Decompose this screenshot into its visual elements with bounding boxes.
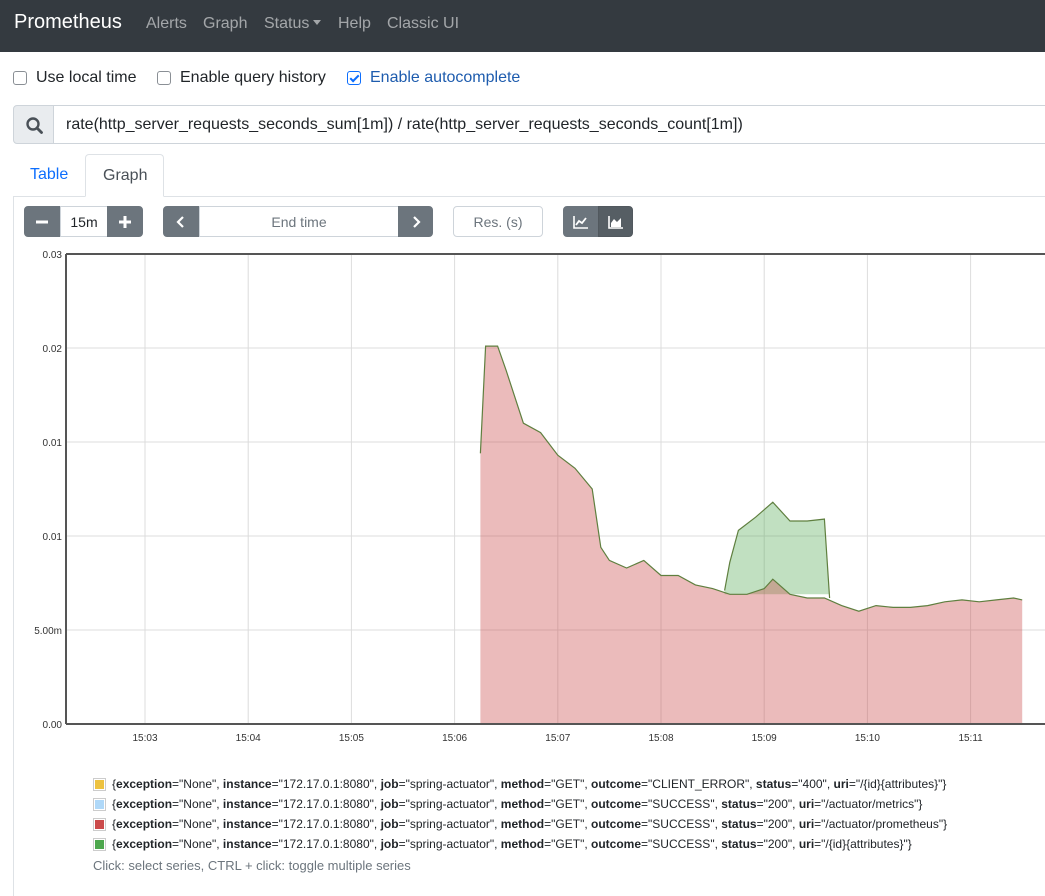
x-tick-label: 15:03 — [132, 733, 157, 744]
x-axis-ticks: 15:03 15:04 15:05 15:06 15:07 15:08 15:09 15:10… — [132, 733, 983, 744]
legend-label-key: instance — [222, 797, 272, 811]
legend-label-key: method — [500, 817, 545, 831]
legend-swatch — [93, 837, 106, 851]
legend-item[interactable]: {exception="None", instance="172.17.0.1:… — [93, 774, 1043, 794]
legend-label-key: status — [721, 837, 757, 851]
legend-swatch-color — [95, 819, 104, 829]
y-tick-label: 0.01 — [43, 438, 63, 449]
y-tick-label: 0.00 — [43, 720, 63, 731]
y-tick-label: 5.00m — [34, 626, 62, 637]
legend-label-key: exception — [116, 777, 173, 791]
y-axis-ticks: 0.00 5.00m 0.01 0.01 0.02 0.03 — [34, 250, 62, 731]
legend-label: {exception="None", instance="172.17.0.1:… — [112, 817, 948, 831]
legend-swatch-color — [95, 779, 104, 789]
graph-chart: 0.005.00m0.010.010.020.03 15:03 15:04 15:0… — [34, 250, 1045, 744]
legend-label-key: exception — [116, 817, 173, 831]
x-tick-label: 15:07 — [545, 733, 570, 744]
x-tick-label: 15:05 — [339, 733, 364, 744]
legend-label-key: outcome — [591, 777, 642, 791]
x-tick-label: 15:08 — [648, 733, 673, 744]
legend-label-key: uri — [833, 777, 849, 791]
x-tick-label: 15:10 — [855, 733, 880, 744]
chart-legend: {exception="None", instance="172.17.0.1:… — [93, 774, 1043, 854]
legend-label-key: status — [755, 777, 792, 791]
y-tick-label: 0.03 — [43, 250, 63, 261]
legend-item[interactable]: {exception="None", instance="172.17.0.1:… — [93, 814, 1043, 834]
legend-label-key: outcome — [591, 797, 642, 811]
legend-swatch — [93, 777, 106, 791]
legend-swatch-color — [95, 799, 104, 809]
legend-label-key: job — [380, 777, 399, 791]
legend-label-key: exception — [116, 797, 173, 811]
legend-label-key: instance — [222, 837, 272, 851]
legend-label-key: status — [721, 817, 757, 831]
legend-label-key: uri — [798, 837, 815, 851]
legend-label-key: method — [500, 777, 545, 791]
legend-label-key: uri — [798, 797, 815, 811]
legend-label-key: instance — [222, 817, 272, 831]
legend-hint: Click: select series, CTRL + click: togg… — [93, 858, 411, 873]
y-tick-label: 0.02 — [43, 344, 63, 355]
legend-item[interactable]: {exception="None", instance="172.17.0.1:… — [93, 794, 1043, 814]
legend-label: {exception="None", instance="172.17.0.1:… — [112, 777, 947, 791]
legend-item[interactable]: {exception="None", instance="172.17.0.1:… — [93, 834, 1043, 854]
legend-swatch — [93, 797, 106, 811]
chart-series-areas[interactable] — [479, 345, 1023, 724]
legend-label: {exception="None", instance="172.17.0.1:… — [112, 797, 923, 811]
x-tick-label: 15:04 — [236, 733, 261, 744]
legend-label-key: method — [500, 837, 545, 851]
legend-label-key: job — [380, 837, 399, 851]
legend-label: {exception="None", instance="172.17.0.1:… — [112, 837, 912, 851]
y-tick-label: 0.01 — [43, 532, 63, 543]
x-tick-label: 15:09 — [752, 733, 777, 744]
legend-label-key: uri — [798, 817, 815, 831]
legend-label-key: outcome — [591, 837, 642, 851]
legend-swatch — [93, 817, 106, 831]
legend-label-key: outcome — [591, 817, 642, 831]
legend-label-key: status — [721, 797, 757, 811]
legend-label-key: job — [380, 817, 399, 831]
legend-label-key: instance — [222, 777, 272, 791]
legend-label-key: exception — [116, 837, 173, 851]
legend-swatch-color — [95, 839, 104, 849]
x-tick-label: 15:11 — [958, 733, 983, 744]
legend-label-key: method — [500, 797, 545, 811]
x-tick-label: 15:06 — [442, 733, 467, 744]
legend-label-key: job — [380, 797, 399, 811]
